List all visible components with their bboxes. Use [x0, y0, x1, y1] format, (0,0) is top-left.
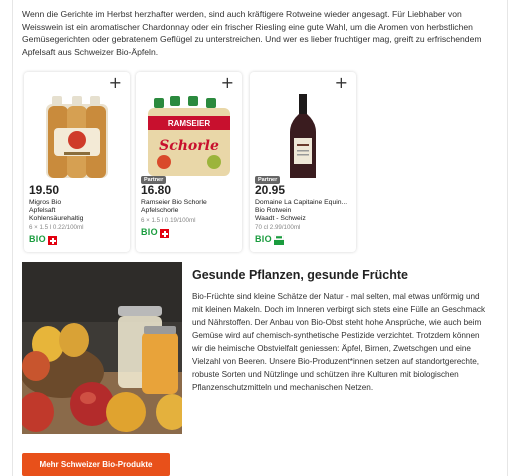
- product-name-line: Kohlensäurehaltig: [29, 215, 84, 222]
- product-name-line: Apfelsaft: [29, 207, 56, 214]
- product-name-line: Ramseier Bio Schorle: [141, 199, 207, 206]
- product-price: 19.50: [29, 183, 60, 197]
- product-image-schorle: RAMSEIER Schorle: [136, 92, 242, 180]
- intro-text: Wenn die Gerichte im Herbst herzhafter w…: [22, 9, 482, 57]
- product-name-line: Bio Rotwein: [255, 207, 292, 214]
- swiss-cross-icon: [48, 236, 57, 245]
- product-image-apfelsaft: [24, 92, 130, 180]
- product-image-rotwein: [250, 92, 356, 180]
- swiss-cross-icon: [160, 229, 169, 238]
- product-name[interactable]: Domaine La Capitaine Equin... Bio Rotwei…: [255, 199, 353, 223]
- product-unit-price: 6 × 1.5 l 0.22/100ml: [29, 224, 84, 231]
- product-price: 20.95: [255, 183, 286, 197]
- add-to-cart-icon[interactable]: +: [221, 75, 234, 91]
- svg-text:Schorle: Schorle: [159, 138, 219, 154]
- add-to-cart-icon[interactable]: +: [335, 75, 348, 91]
- article-image-fruits: [22, 262, 182, 434]
- product-name-line: Waadt - Schweiz: [255, 215, 306, 222]
- product-name-line: Domaine La Capitaine Equin...: [255, 199, 348, 206]
- product-name-line: Apfelschorle: [141, 207, 179, 214]
- article-title: Gesunde Pflanzen, gesunde Früchte: [192, 268, 409, 282]
- product-unit-price: 6 × 1.5 l 0.19/100ml: [141, 217, 196, 224]
- product-card-apfelsaft[interactable]: + 19.50 Migros Bio Apfelsaft Kohlensäure…: [24, 72, 130, 252]
- bio-label: BIO: [141, 227, 158, 237]
- add-to-cart-icon[interactable]: +: [109, 75, 122, 91]
- vaud-flag-icon: [274, 235, 284, 245]
- article-body: Bio-Früchte sind kleine Schätze der Natu…: [192, 292, 486, 392]
- product-card-rotwein[interactable]: + Partner 20.95 Domaine La Capitaine Equ…: [250, 72, 356, 252]
- product-price: 16.80: [141, 183, 172, 197]
- product-name[interactable]: Migros Bio Apfelsaft Kohlensäurehaltig: [29, 199, 127, 223]
- bio-label: BIO: [29, 234, 46, 244]
- product-name[interactable]: Ramseier Bio Schorle Apfelschorle: [141, 199, 239, 215]
- product-card-schorle[interactable]: + RAMSEIER Schorle Partner 16.80 Ramseie…: [136, 72, 242, 252]
- more-bio-products-button[interactable]: Mehr Schweizer Bio-Produkte: [22, 453, 170, 476]
- svg-text:RAMSEIER: RAMSEIER: [168, 119, 210, 128]
- product-unit-price: 70 cl 2.99/100ml: [255, 224, 301, 231]
- bio-label: BIO: [255, 234, 272, 244]
- product-name-line: Migros Bio: [29, 199, 62, 206]
